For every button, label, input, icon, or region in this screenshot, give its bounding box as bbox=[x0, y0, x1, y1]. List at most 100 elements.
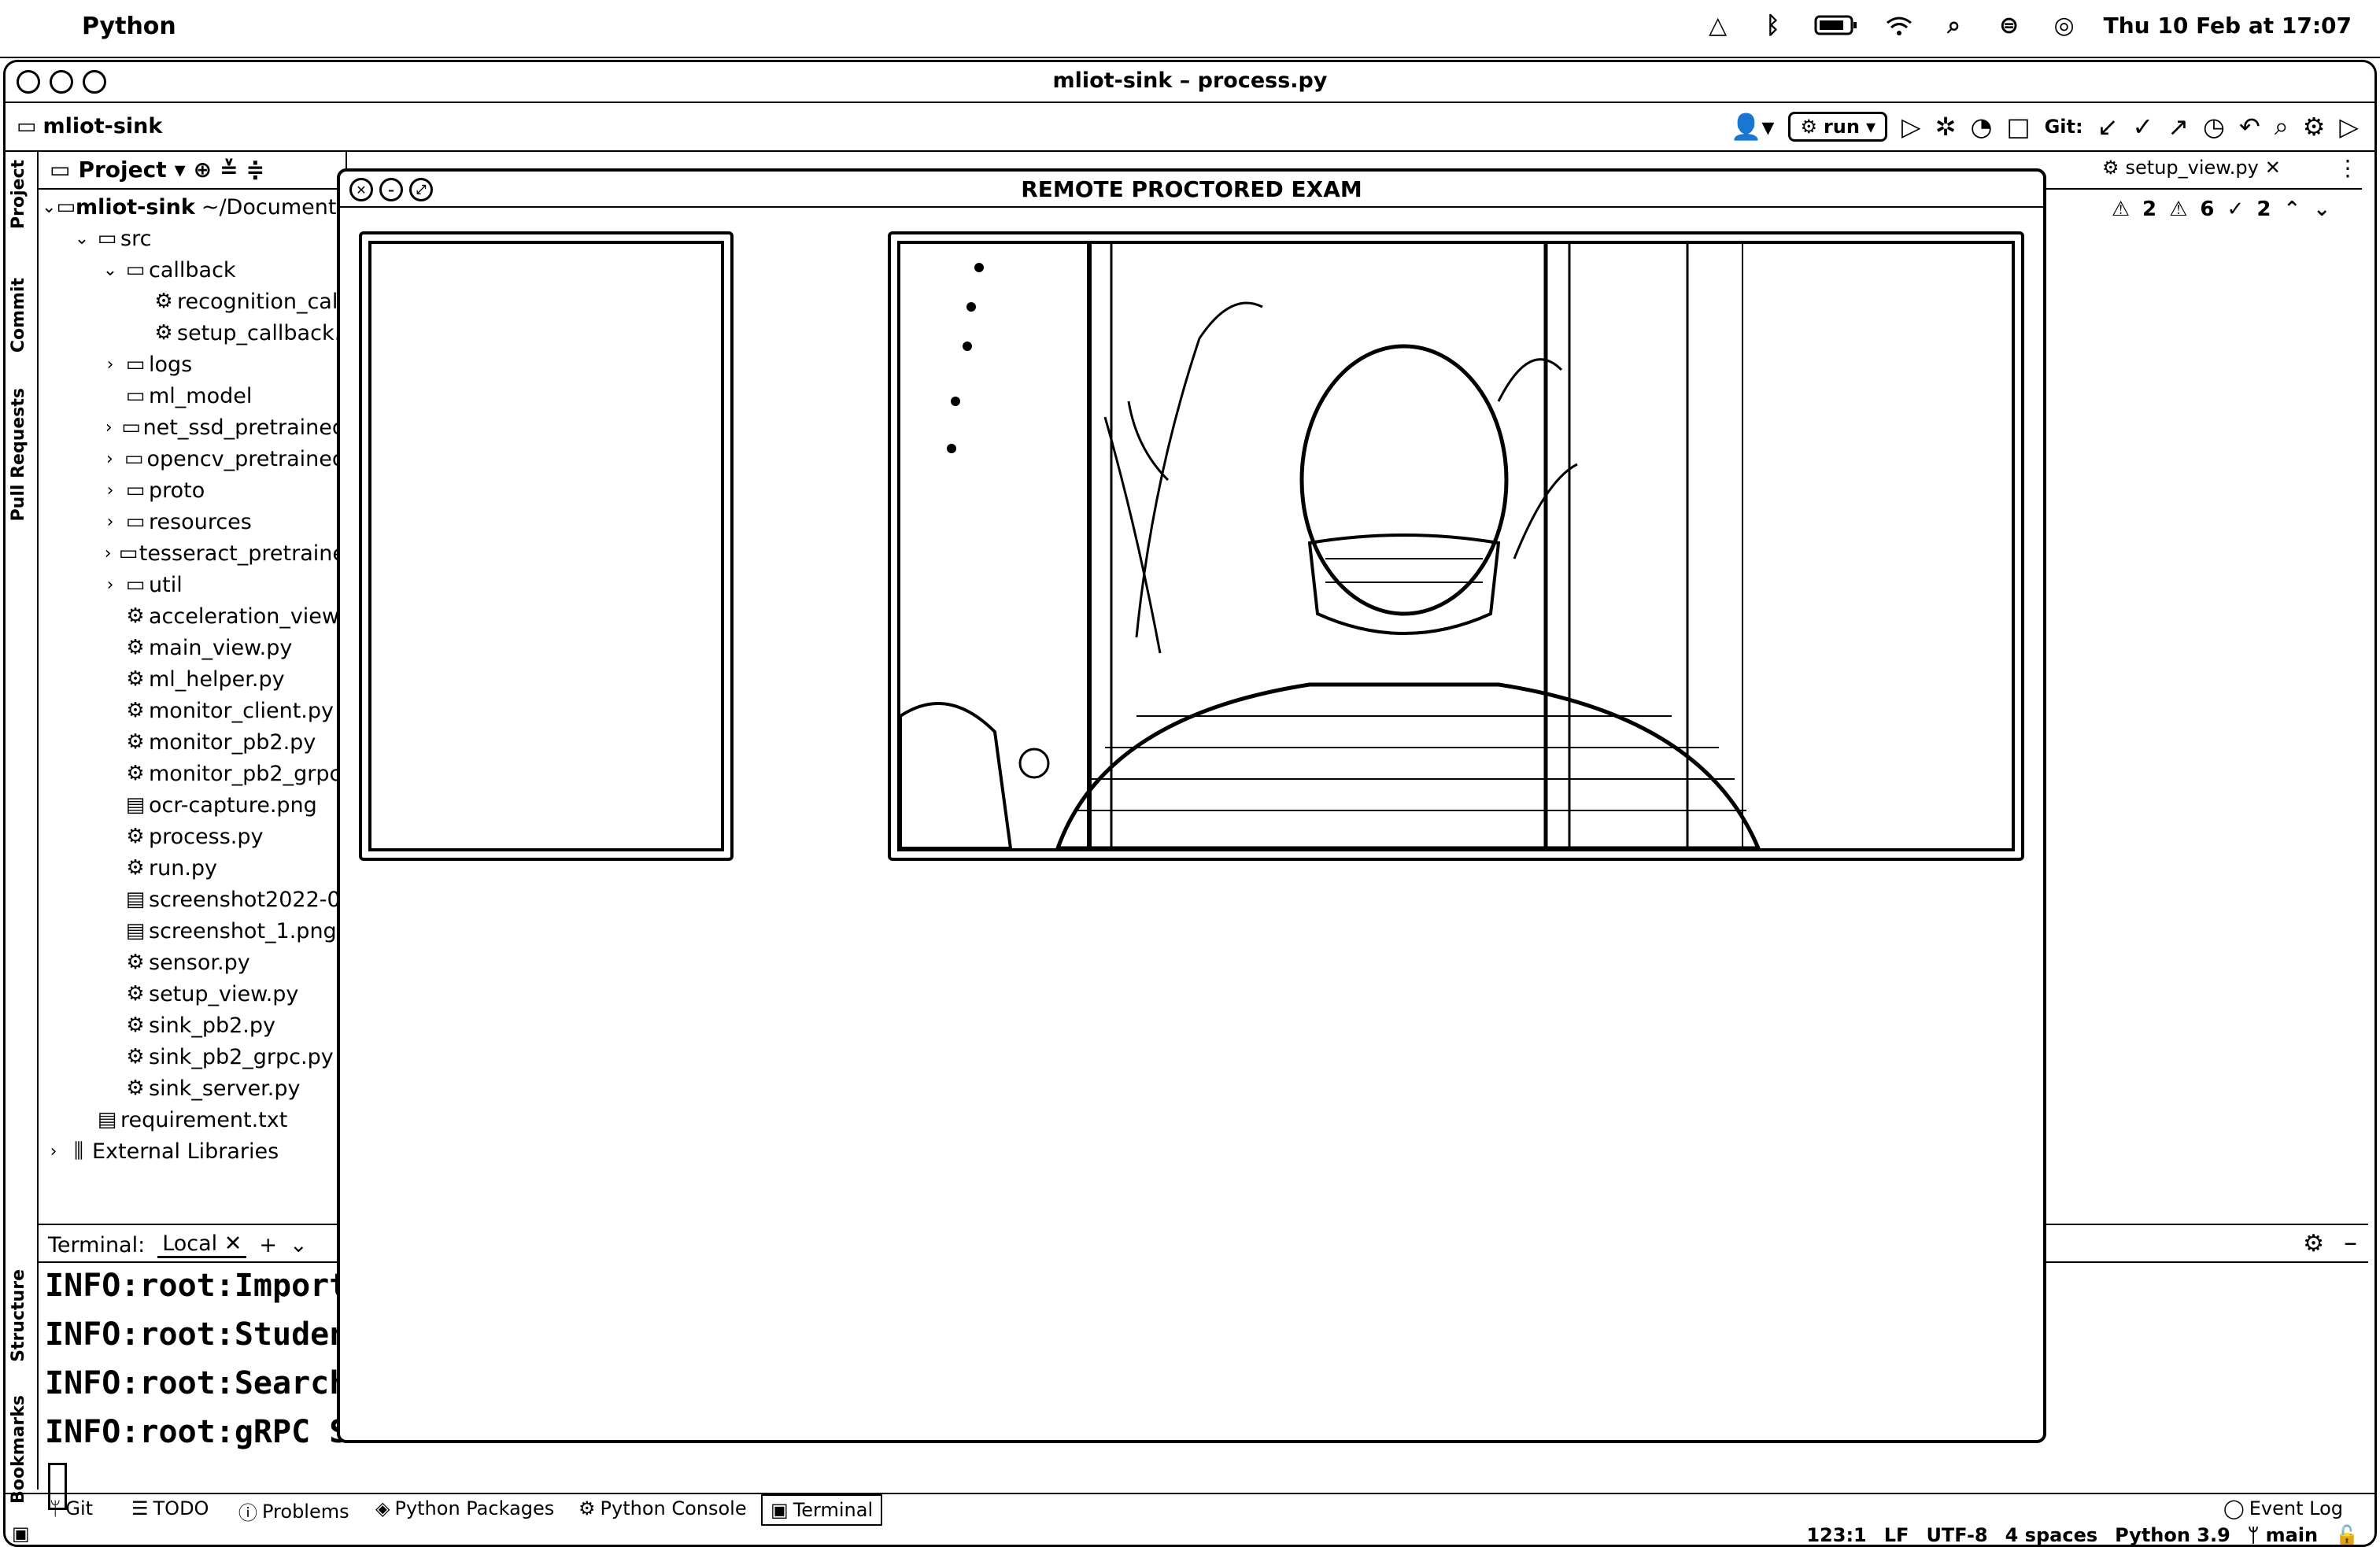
tree-file[interactable]: ▤ screenshot2022-0 bbox=[39, 884, 346, 915]
drive-icon[interactable]: △ bbox=[1702, 9, 1734, 41]
tree-file[interactable]: ⚙ setup_callback. bbox=[39, 317, 346, 349]
spotlight-icon[interactable]: ⌕ bbox=[1938, 9, 1970, 41]
collapse-all-icon[interactable]: ≑ bbox=[246, 157, 264, 183]
branch-widget[interactable]: ᛘ main bbox=[2248, 1524, 2318, 1545]
expand-all-icon[interactable]: ≚ bbox=[220, 157, 238, 183]
chevron-right-icon[interactable]: › bbox=[98, 355, 122, 375]
chevron-down-icon[interactable]: ⌄ bbox=[70, 229, 94, 249]
project-breadcrumb[interactable]: ▭ mliot-sink bbox=[17, 114, 162, 138]
chevron-right-icon[interactable]: › bbox=[42, 1142, 65, 1161]
close-icon[interactable]: ✕ bbox=[2265, 157, 2281, 179]
tree-file[interactable]: ⚙ recognition_call bbox=[39, 286, 346, 317]
tree-folder[interactable]: › ▭ logs bbox=[39, 349, 346, 380]
chevron-down-icon[interactable]: ⌄ bbox=[98, 260, 122, 280]
tree-file[interactable]: ⚙ run.py bbox=[39, 852, 346, 884]
tree-folder[interactable]: › ▭ resources bbox=[39, 506, 346, 537]
bluetooth-icon[interactable]: ᛒ bbox=[1757, 9, 1789, 41]
layout-icon[interactable]: ▣ bbox=[12, 1523, 30, 1545]
terminal-tool-tab[interactable]: ▣ Terminal bbox=[761, 1494, 883, 1526]
tree-file[interactable]: ▤ ocr-capture.png bbox=[39, 789, 346, 821]
tree-file[interactable]: ⚙ monitor_pb2.py bbox=[39, 726, 346, 758]
indent-setting[interactable]: 4 spaces bbox=[2005, 1524, 2098, 1545]
chevron-right-icon[interactable]: › bbox=[98, 544, 117, 563]
chevron-right-icon[interactable]: › bbox=[98, 481, 122, 500]
project-tool-tab[interactable]: Project bbox=[9, 160, 28, 229]
chevron-down-icon[interactable]: ⌄ bbox=[2313, 198, 2330, 221]
lock-icon[interactable]: 🔓 bbox=[2335, 1524, 2359, 1545]
tree-file[interactable]: ⚙ process.py bbox=[39, 821, 346, 852]
problems-tool-tab[interactable]: ⓘ Problems bbox=[238, 1497, 349, 1525]
tree-folder[interactable]: › ▭ net_ssd_pretrained bbox=[39, 412, 346, 443]
pull-requests-tool-tab[interactable]: Pull Requests bbox=[9, 388, 28, 521]
chevron-down-icon[interactable]: ⌄ bbox=[290, 1233, 308, 1257]
tree-file[interactable]: ⚙ monitor_client.py bbox=[39, 695, 346, 726]
python-packages-tool-tab[interactable]: ◈ Python Packages bbox=[375, 1497, 554, 1519]
chevron-right-icon[interactable]: › bbox=[98, 449, 121, 469]
settings-icon[interactable]: ⚙ bbox=[2303, 112, 2326, 142]
project-view-select[interactable]: ▭ Project ▾ ⊕ ≚ ≑ bbox=[50, 157, 264, 183]
coverage-icon[interactable]: ◔ bbox=[1970, 112, 1992, 142]
tree-folder[interactable]: ▭ ml_model bbox=[39, 380, 346, 412]
run-config-select[interactable]: ⚙ run ▾ bbox=[1788, 111, 1888, 142]
control-center-icon[interactable]: ⊜ bbox=[1994, 9, 2025, 41]
editor-tab[interactable]: ⚙ setup_view.py ✕ bbox=[2102, 157, 2281, 179]
python-console-tool-tab[interactable]: ⚙ Python Console bbox=[578, 1497, 747, 1519]
stop-icon[interactable]: □ bbox=[2006, 112, 2030, 142]
debug-icon[interactable]: ✲ bbox=[1935, 112, 1957, 142]
tree-file[interactable]: ⚙ sink_server.py bbox=[39, 1073, 346, 1104]
todo-tool-tab[interactable]: ☰ TODO bbox=[131, 1497, 209, 1519]
chevron-right-icon[interactable]: › bbox=[98, 575, 122, 595]
search-icon[interactable]: ⌕ bbox=[2275, 111, 2289, 142]
file-encoding[interactable]: UTF-8 bbox=[1926, 1524, 1987, 1545]
line-separator[interactable]: LF bbox=[1884, 1524, 1909, 1545]
chevron-right-icon[interactable]: › bbox=[98, 418, 120, 438]
tree-file[interactable]: ⚙ setup_view.py bbox=[39, 978, 346, 1010]
history-icon[interactable]: ◷ bbox=[2203, 112, 2225, 142]
close-icon[interactable]: ✕ bbox=[224, 1231, 242, 1256]
tree-file[interactable]: ⚙ sink_pb2.py bbox=[39, 1010, 346, 1041]
tree-file[interactable]: ⚙ sensor.py bbox=[39, 947, 346, 978]
tree-folder[interactable]: › ▭ tesseract_pretraine bbox=[39, 537, 346, 569]
terminal-output[interactable]: INFO:root:Importi INFO:root:Student INFO… bbox=[39, 1268, 346, 1510]
git-commit-icon[interactable]: ✓ bbox=[2132, 112, 2153, 142]
git-update-icon[interactable]: ↙ bbox=[2097, 112, 2119, 142]
clock[interactable]: Thu 10 Feb at 17:07 bbox=[2104, 13, 2352, 39]
wifi-icon[interactable] bbox=[1883, 9, 1915, 41]
tree-folder[interactable]: ⌄ ▭ callback bbox=[39, 254, 346, 286]
event-log-tool-tab[interactable]: ◯ Event Log bbox=[2223, 1497, 2343, 1519]
gear-icon[interactable]: ⚙ bbox=[2303, 1230, 2324, 1257]
chevron-up-icon[interactable]: ⌃ bbox=[2283, 198, 2301, 221]
tree-folder[interactable]: › ▭ proto bbox=[39, 474, 346, 506]
siri-icon[interactable]: ◎ bbox=[2049, 9, 2080, 41]
bookmarks-tool-tab[interactable]: Bookmarks bbox=[9, 1395, 28, 1504]
tree-file[interactable]: ▤ requirement.txt bbox=[39, 1104, 346, 1135]
tree-root[interactable]: ⌄ ▭ mliot-sink ~/Documents bbox=[39, 191, 346, 223]
tree-file[interactable]: ⚙ sink_pb2_grpc.py bbox=[39, 1041, 346, 1073]
tree-file[interactable]: › ⫼ External Libraries bbox=[39, 1135, 346, 1167]
tree-file[interactable]: ⚙ monitor_pb2_grpc bbox=[39, 758, 346, 789]
tree-file[interactable]: ▤ screenshot_1.png bbox=[39, 915, 346, 947]
add-icon[interactable]: + bbox=[259, 1233, 277, 1257]
git-push-icon[interactable]: ↗ bbox=[2168, 112, 2189, 142]
app-menu[interactable]: Python bbox=[82, 13, 176, 40]
tree-file[interactable]: ⚙ main_view.py bbox=[39, 632, 346, 663]
git-tool-tab[interactable]: ᛘ Git bbox=[50, 1497, 93, 1519]
commit-tool-tab[interactable]: Commit bbox=[9, 278, 28, 353]
chevron-right-icon[interactable]: › bbox=[98, 512, 122, 532]
tree-folder[interactable]: › ▭ opencv_pretrained bbox=[39, 443, 346, 474]
structure-tool-tab[interactable]: Structure bbox=[9, 1269, 28, 1362]
run-icon[interactable]: ▷ bbox=[1901, 112, 1921, 142]
hide-icon[interactable]: – bbox=[2344, 1227, 2357, 1258]
locate-icon[interactable]: ⊕ bbox=[194, 157, 212, 183]
chevron-down-icon[interactable]: ⌄ bbox=[42, 198, 56, 217]
more-tabs-icon[interactable]: ⋮ bbox=[2337, 155, 2359, 181]
rollback-icon[interactable]: ↶ bbox=[2239, 112, 2260, 142]
python-interpreter[interactable]: Python 3.9 bbox=[2115, 1524, 2230, 1545]
terminal-tab-local[interactable]: Local ✕ bbox=[157, 1231, 247, 1258]
battery-icon[interactable] bbox=[1813, 9, 1860, 41]
code-with-me-icon[interactable]: ▷ bbox=[2339, 112, 2359, 142]
inspection-widget[interactable]: ⚠ 2 ⚠ 6 ✓ 2 ⌃ ⌄ bbox=[2112, 198, 2330, 221]
account-icon[interactable]: 👤▾ bbox=[1731, 112, 1775, 142]
tree-folder[interactable]: › ▭ util bbox=[39, 569, 346, 600]
tree-file[interactable]: ⚙ acceleration_view. bbox=[39, 600, 346, 632]
